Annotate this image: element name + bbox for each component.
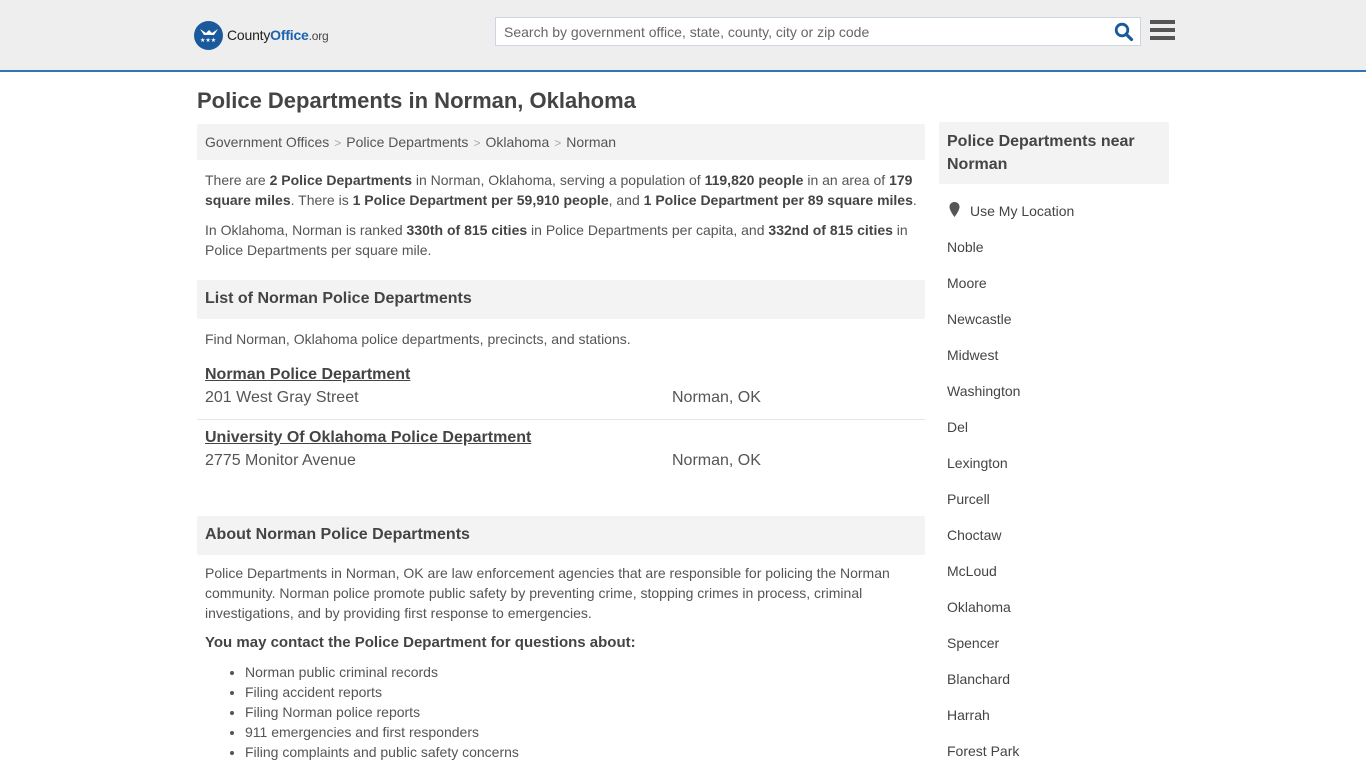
breadcrumb-norman[interactable]: Norman [566, 134, 616, 150]
nearby-cities-list: Noble Moore Newcastle Midwest Washington… [939, 237, 1169, 777]
logo-eagle-icon: ★★★ [194, 20, 223, 50]
site-header: ★★★ CountyOffice.org [0, 0, 1366, 72]
department-item: Norman Police Department 201 West Gray S… [197, 357, 925, 419]
department-address: 201 West Gray Street [205, 389, 359, 406]
nearby-city-link[interactable]: McLoud [947, 561, 1169, 597]
contact-topic: Norman public criminal records [245, 662, 925, 682]
department-city: Norman, OK [672, 452, 761, 469]
breadcrumb-separator-icon: > [334, 136, 342, 150]
main-content: Government Offices > Police Departments > Ok… [197, 124, 925, 762]
department-address: 2775 Monitor Avenue [205, 452, 356, 469]
department-item: University Of Oklahoma Police Department… [197, 419, 925, 482]
sidebar: Police Departments near Norman Use My Lo… [939, 122, 1169, 777]
search-input[interactable] [496, 18, 1106, 45]
about-paragraph: Police Departments in Norman, OK are law… [205, 565, 890, 621]
about-section: About Norman Police Departments Police D… [197, 516, 925, 762]
logo-text: CountyOffice.org [227, 27, 329, 43]
nearby-city-link[interactable]: Forest Park [947, 741, 1169, 777]
department-link[interactable]: Norman Police Department [205, 365, 410, 385]
nearby-city-link[interactable]: Noble [947, 237, 1169, 273]
nearby-city-link[interactable]: Blanchard [947, 669, 1169, 705]
search-box [495, 17, 1141, 46]
breadcrumb-police-departments[interactable]: Police Departments [346, 134, 468, 150]
about-heading: About Norman Police Departments [197, 516, 925, 555]
contact-topics-list: Norman public criminal records Filing ac… [197, 662, 925, 762]
contact-topic: Filing Norman police reports [245, 702, 925, 722]
nearby-city-link[interactable]: Purcell [947, 489, 1169, 525]
department-list-section: List of Norman Police Departments Find N… [197, 280, 925, 482]
nearby-city-link[interactable]: Spencer [947, 633, 1169, 669]
use-location-row: Use My Location [939, 202, 1169, 220]
summary-paragraph: There are 2 Police Departments in Norman… [205, 172, 917, 208]
nearby-city-link[interactable]: Washington [947, 381, 1169, 417]
contact-topic: Filing accident reports [245, 682, 925, 702]
department-list-intro: Find Norman, Oklahoma police departments… [205, 331, 631, 347]
department-list-heading: List of Norman Police Departments [197, 280, 925, 319]
hamburger-menu-icon[interactable] [1150, 20, 1175, 42]
nearby-city-link[interactable]: Newcastle [947, 309, 1169, 345]
contact-heading: You may contact the Police Department fo… [205, 634, 636, 651]
ranking-paragraph: In Oklahoma, Norman is ranked 330th of 8… [205, 222, 908, 258]
contact-topic: 911 emergencies and first responders [245, 722, 925, 742]
search-icon[interactable] [1114, 22, 1134, 42]
page-title: Police Departments in Norman, Oklahoma [197, 88, 636, 113]
nearby-city-link[interactable]: Midwest [947, 345, 1169, 381]
breadcrumb-government-offices[interactable]: Government Offices [205, 134, 329, 150]
contact-topic: Filing complaints and public safety conc… [245, 742, 925, 762]
breadcrumb: Government Offices > Police Departments > Ok… [197, 124, 925, 160]
nearby-city-link[interactable]: Choctaw [947, 525, 1169, 561]
map-pin-icon [949, 202, 960, 220]
site-logo[interactable]: ★★★ CountyOffice.org [194, 20, 329, 50]
sidebar-heading: Police Departments near Norman [939, 122, 1169, 184]
nearby-city-link[interactable]: Oklahoma [947, 597, 1169, 633]
breadcrumb-oklahoma[interactable]: Oklahoma [485, 134, 549, 150]
nearby-city-link[interactable]: Harrah [947, 705, 1169, 741]
svg-text:★★★: ★★★ [200, 37, 216, 44]
breadcrumb-separator-icon: > [473, 136, 481, 150]
use-my-location-link[interactable]: Use My Location [970, 203, 1074, 219]
department-link[interactable]: University Of Oklahoma Police Department [205, 428, 531, 448]
nearby-city-link[interactable]: Lexington [947, 453, 1169, 489]
breadcrumb-separator-icon: > [554, 136, 562, 150]
department-city: Norman, OK [672, 389, 761, 406]
nearby-city-link[interactable]: Del [947, 417, 1169, 453]
nearby-city-link[interactable]: Moore [947, 273, 1169, 309]
